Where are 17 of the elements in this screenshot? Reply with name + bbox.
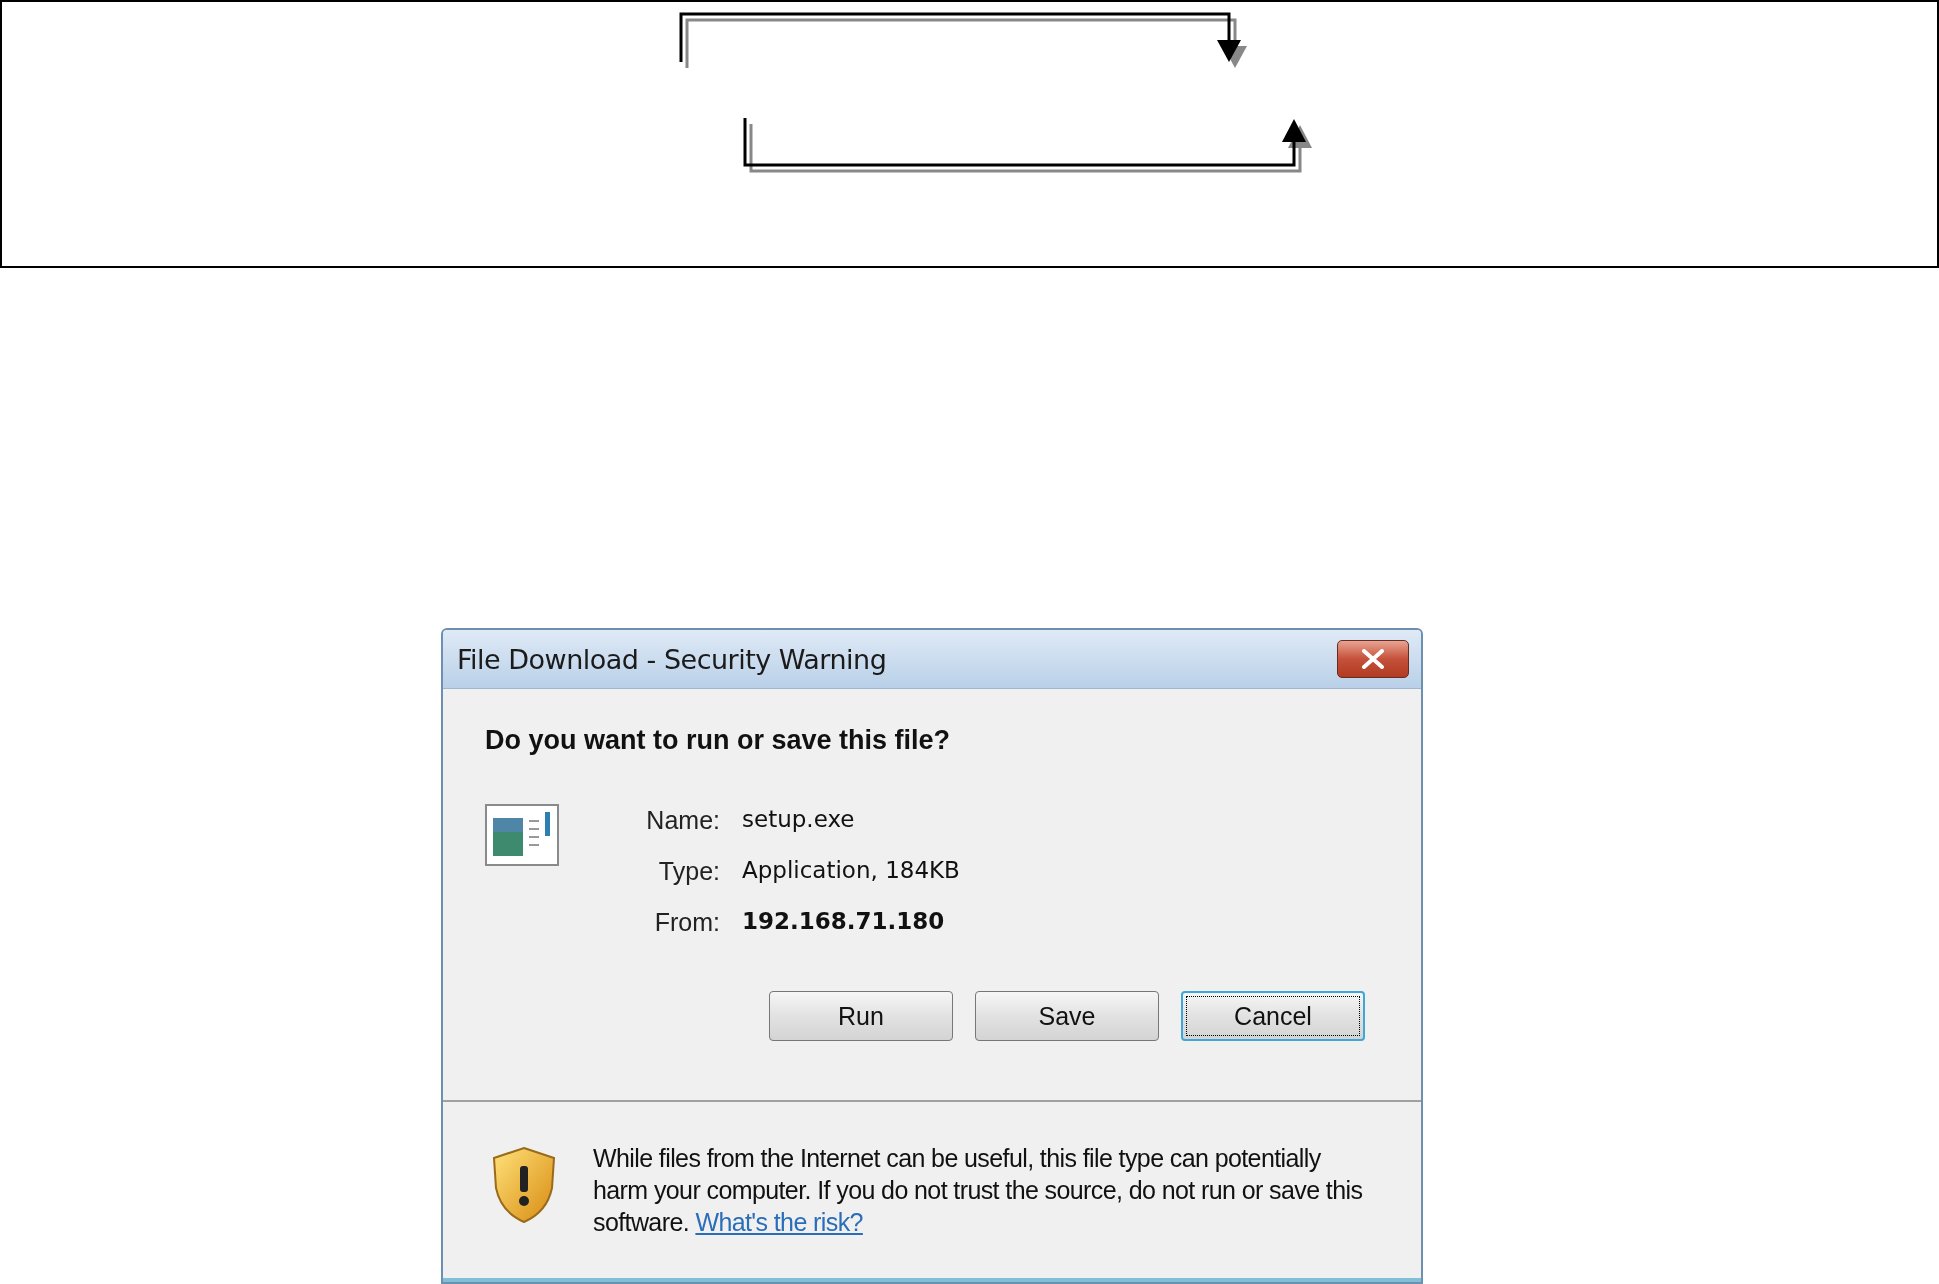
field-value: setup.exe: [742, 806, 856, 834]
field-label: Type:: [657, 857, 720, 886]
dialog-heading: Do you want to run or save this file?: [485, 725, 952, 756]
field-value: Application, 184KB: [742, 857, 960, 885]
field-label: Name:: [645, 806, 720, 835]
risk-link[interactable]: What's the risk?: [695, 1208, 863, 1236]
close-button[interactable]: [1337, 640, 1409, 678]
window-title: File Download - Security Warning: [457, 643, 887, 675]
field-label: From:: [653, 908, 720, 937]
dialog-button[interactable]: Run: [769, 991, 953, 1041]
warning-text: While files from the Internet can be useful, this file type can potentially harm your computer. If you do not trust the source, do not run or save this software. What's the risk?: [593, 1143, 1364, 1238]
dialog-button[interactable]: Cancel: [1181, 991, 1365, 1041]
close-icon: [1361, 649, 1385, 669]
warning-shield-icon: [491, 1146, 557, 1224]
application-icon: [485, 804, 559, 866]
field-value: 192.168.71.180: [742, 908, 946, 936]
dialog-button[interactable]: Save: [975, 991, 1159, 1041]
